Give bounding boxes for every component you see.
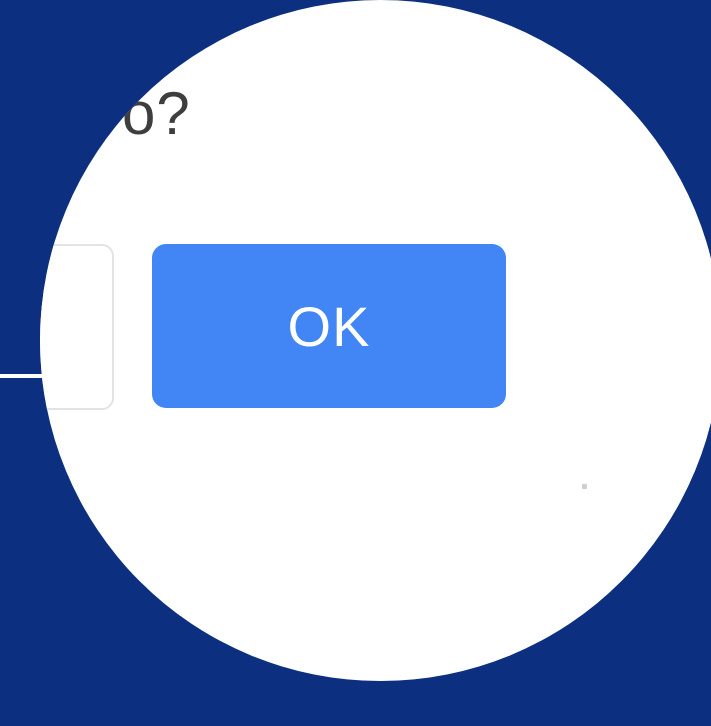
zoom-magnifier: ó? OK bbox=[40, 0, 711, 681]
dialog-question-text: ó? bbox=[122, 80, 191, 147]
stray-pixel bbox=[582, 484, 587, 489]
cancel-button[interactable] bbox=[40, 244, 114, 410]
ok-button[interactable]: OK bbox=[152, 244, 506, 408]
